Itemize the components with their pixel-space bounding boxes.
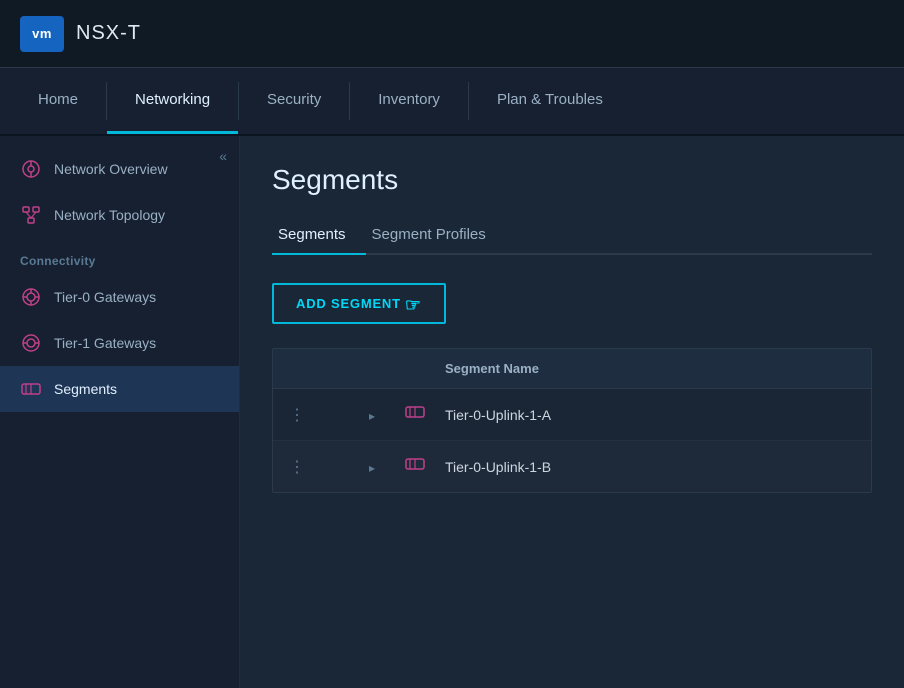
table-header: Segment Name [273,349,871,389]
sidebar-item-network-overview[interactable]: Network Overview [0,146,239,192]
add-segment-button[interactable]: ADD SEGMENT ☞ [272,283,446,324]
header-actions [273,357,353,381]
row2-dots-menu-icon[interactable]: ⋮ [289,459,306,476]
row1-chevron-icon[interactable]: ▸ [369,409,375,423]
sidebar-item-label-network-topology: Network Topology [54,207,165,223]
segments-table: Segment Name ⋮ ▸ [272,348,872,493]
content-tabs: Segments Segment Profiles [272,218,872,255]
sidebar-collapse-button[interactable]: « [219,148,227,164]
vm-logo: vm [20,16,64,52]
row1-dots-menu-icon[interactable]: ⋮ [289,407,306,424]
row2-segment-name: Tier-0-Uplink-1-B [429,445,871,489]
segments-icon [20,378,42,400]
content-area: Segments Segments Segment Profiles ADD S… [240,136,904,688]
connectivity-section-label: Connectivity [0,238,239,274]
sidebar-item-label-tier1-gateways: Tier-1 Gateways [54,335,156,351]
row2-chevron-icon[interactable]: ▸ [369,461,375,475]
sidebar-item-label-tier0-gateways: Tier-0 Gateways [54,289,156,305]
row2-actions-cell: ⋮ [273,443,353,491]
page-title: Segments [272,164,872,196]
tab-segment-profiles[interactable]: Segment Profiles [366,218,506,255]
sidebar-item-network-topology[interactable]: Network Topology [0,192,239,238]
tier0-gateway-icon [20,286,42,308]
cursor-hand-icon: ☞ [405,295,422,316]
sidebar-item-tier1-gateways[interactable]: Tier-1 Gateways [0,320,239,366]
nav-item-home[interactable]: Home [10,68,106,134]
sidebar-item-segments[interactable]: Segments [0,366,239,412]
row2-topology-icon [405,460,425,477]
row1-actions-cell: ⋮ [273,391,353,439]
row2-expand-cell: ▸ [353,445,389,489]
nav-bar: Home Networking Security Inventory Plan … [0,68,904,136]
nav-item-inventory[interactable]: Inventory [350,68,468,134]
app-title: NSX-T [76,22,141,45]
network-topology-icon [20,204,42,226]
row1-icon-cell [389,389,429,440]
add-segment-button-label: ADD SEGMENT [296,296,401,311]
row1-topology-icon [405,408,425,425]
network-overview-icon [20,158,42,180]
header-expand [353,357,389,381]
sidebar: « Network Overview [0,136,240,688]
sidebar-item-label-network-overview: Network Overview [54,161,168,177]
sidebar-item-tier0-gateways[interactable]: Tier-0 Gateways [0,274,239,320]
logo-area: vm NSX-T [20,16,141,52]
sidebar-item-label-segments: Segments [54,381,117,397]
row1-segment-name: Tier-0-Uplink-1-A [429,393,871,437]
header-segment-name: Segment Name [429,349,871,388]
table-row: ⋮ ▸ Tier-0-Uplink-1-B [273,441,871,492]
header-icon [389,357,429,381]
table-row: ⋮ ▸ Tier-0-Uplink-1-A [273,389,871,441]
main-layout: « Network Overview [0,136,904,688]
nav-item-plan-troubles[interactable]: Plan & Troubles [469,68,631,134]
row1-expand-cell: ▸ [353,393,389,437]
row2-icon-cell [389,441,429,492]
nav-item-security[interactable]: Security [239,68,349,134]
top-bar: vm NSX-T [0,0,904,68]
tier1-gateway-icon [20,332,42,354]
tab-segments[interactable]: Segments [272,218,366,255]
nav-item-networking[interactable]: Networking [107,68,238,134]
